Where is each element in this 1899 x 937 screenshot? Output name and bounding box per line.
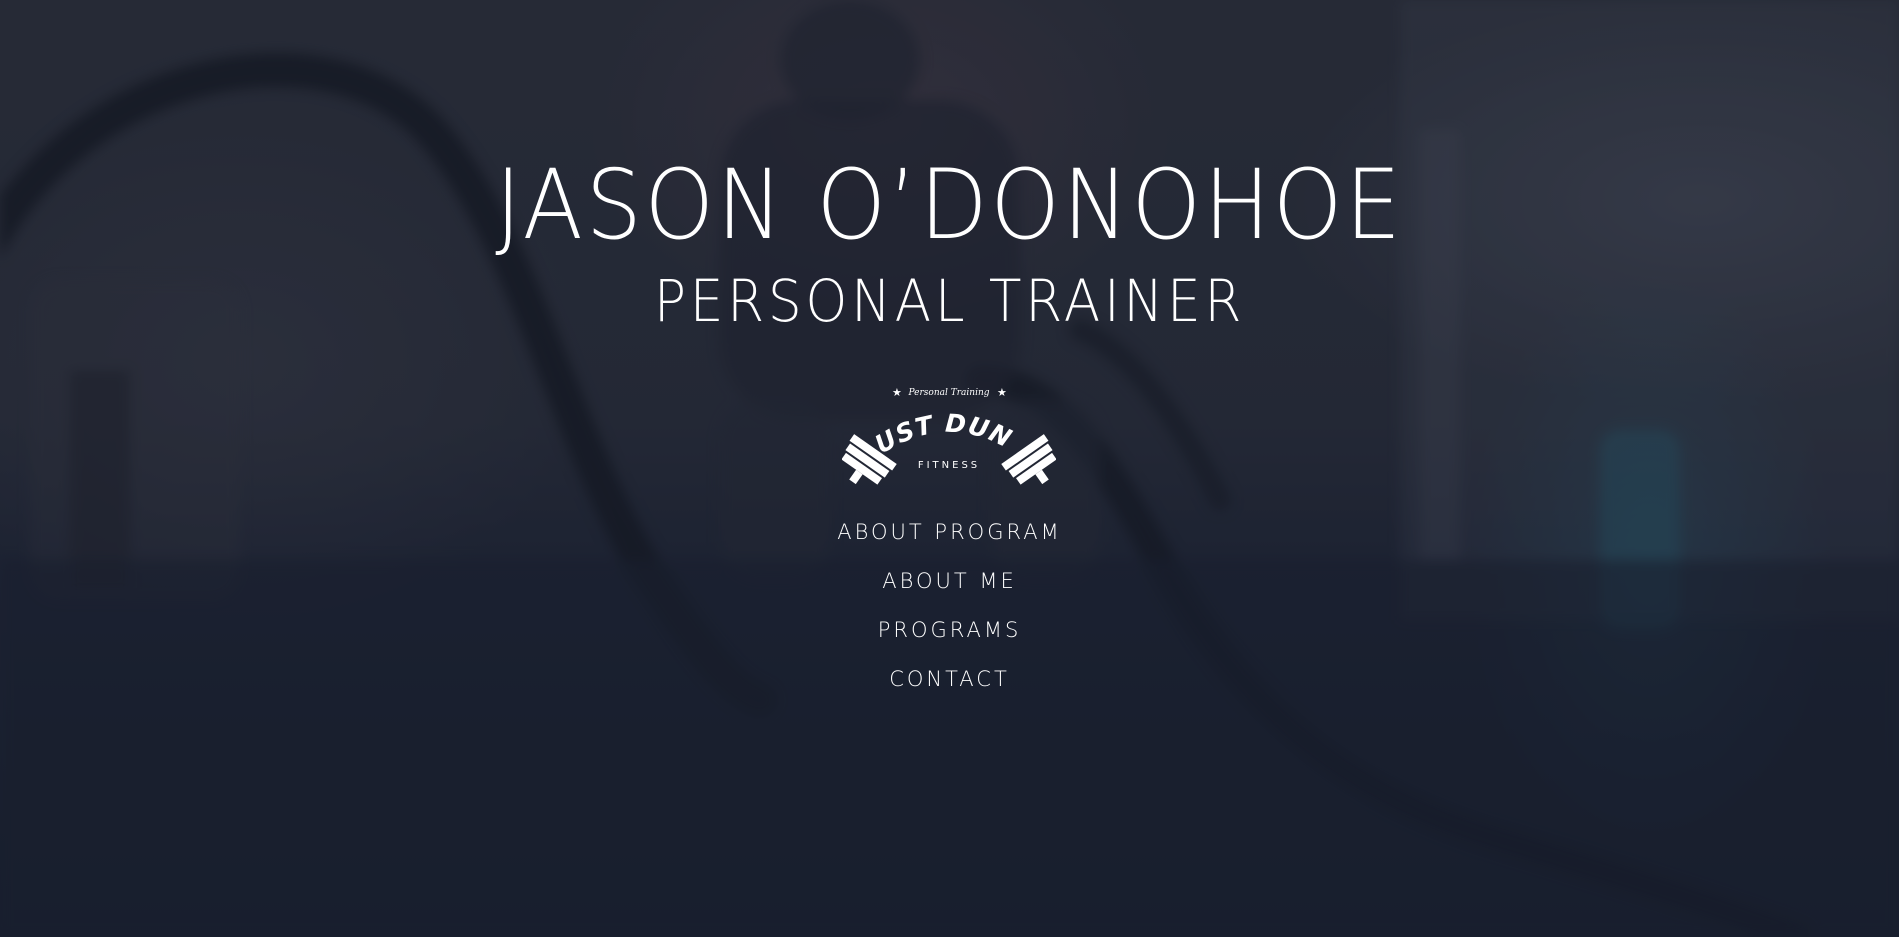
nav-item-programs: PROGRAMS	[0, 613, 1899, 662]
svg-text:★: ★	[997, 386, 1007, 399]
nav-link-about-me[interactable]: ABOUT ME	[882, 569, 1017, 593]
main-nav: ABOUT PROGRAM ABOUT ME PROGRAMS CONTACT	[0, 515, 1899, 711]
nav-item-about-me: ABOUT ME	[0, 564, 1899, 613]
svg-text:★: ★	[892, 386, 902, 399]
hero-content: JASON O’DONOHOE PERSONAL TRAINER ★ ★ Per…	[0, 0, 1899, 937]
trainer-name: JASON O’DONOHOE	[495, 149, 1404, 261]
nav-link-programs[interactable]: PROGRAMS	[878, 618, 1022, 642]
hero-section: JASON O’DONOHOE PERSONAL TRAINER ★ ★ Per…	[0, 0, 1899, 937]
brand-logo[interactable]: ★ ★ Personal Training JUST DUNN FITNESS	[831, 359, 1057, 492]
nav-link-about-program[interactable]: ABOUT PROGRAM	[837, 520, 1061, 544]
barbell-logo-icon: ★ ★ Personal Training JUST DUNN FITNESS	[831, 359, 1057, 485]
logo-sub: FITNESS	[918, 460, 980, 471]
nav-link-contact[interactable]: CONTACT	[889, 667, 1010, 691]
nav-item-about-program: ABOUT PROGRAM	[0, 515, 1899, 564]
nav-item-contact: CONTACT	[0, 662, 1899, 711]
logo-top-text: Personal Training	[908, 388, 990, 398]
page-subtitle: PERSONAL TRAINER	[653, 267, 1246, 335]
